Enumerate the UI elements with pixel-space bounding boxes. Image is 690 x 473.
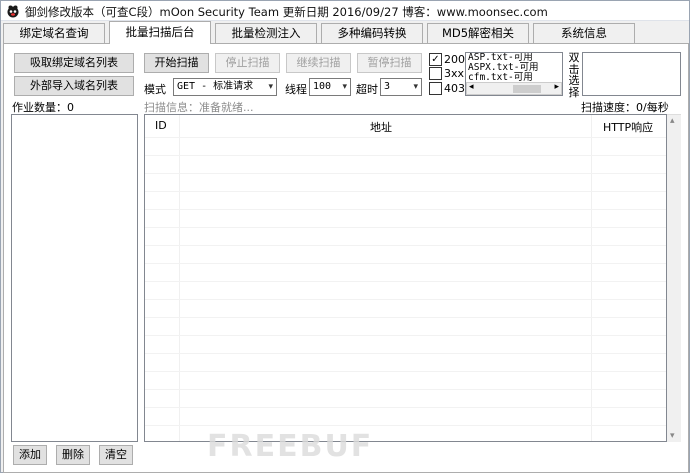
results-scrollbar[interactable]: ▴ ▾ xyxy=(667,114,681,442)
mode-label: 模式 xyxy=(144,83,166,96)
status-200-checkbox[interactable]: ✓ xyxy=(429,53,442,66)
row-divider xyxy=(145,191,666,192)
row-divider xyxy=(145,389,666,390)
tab-batch-scan-admin[interactable]: 批量扫描后台 xyxy=(109,21,211,44)
threads-select[interactable]: 100 ▾ xyxy=(309,78,351,96)
resume-scan-button[interactable]: 继续扫描 xyxy=(286,53,351,73)
row-divider xyxy=(145,317,666,318)
tab-md5-decrypt[interactable]: MD5解密相关 xyxy=(427,23,529,43)
row-divider xyxy=(145,335,666,336)
job-count-label: 作业数量：0 xyxy=(12,101,74,114)
domain-list[interactable] xyxy=(11,114,138,442)
row-divider xyxy=(145,425,666,426)
app-icon xyxy=(7,5,19,18)
row-divider xyxy=(145,263,666,264)
arrow-up-icon[interactable]: ▴ xyxy=(670,116,675,126)
threads-label: 线程 xyxy=(285,83,307,96)
tab-batch-injection-check[interactable]: 批量检测注入 xyxy=(215,23,317,43)
scan-info-label: 扫描信息：准备就绪... xyxy=(144,101,254,114)
row-divider xyxy=(145,407,666,408)
status-200-label: 200 xyxy=(444,53,465,66)
status-403-label: 403 xyxy=(444,82,465,95)
title-bar: 御剑修改版本（可查C段）mOon Security Team 更新日期 2016… xyxy=(1,1,689,21)
double-click-hint: 双击选择 xyxy=(568,51,580,99)
delete-button[interactable]: 删除 xyxy=(56,445,90,465)
row-divider xyxy=(145,137,666,138)
scroll-thumb[interactable] xyxy=(513,85,541,93)
dictionary-list-scrollbar[interactable]: ◂ ▸ xyxy=(466,82,562,95)
row-divider xyxy=(145,209,666,210)
arrow-down-icon[interactable]: ▾ xyxy=(670,431,675,441)
status-3xx-checkbox[interactable] xyxy=(429,67,442,80)
row-divider xyxy=(145,173,666,174)
add-button[interactable]: 添加 xyxy=(13,445,47,465)
tab-bar: 绑定域名查询 批量扫描后台 批量检测注入 多种编码转换 MD5解密相关 系统信息 xyxy=(3,21,689,44)
row-divider xyxy=(145,227,666,228)
mode-select[interactable]: GET - 标准请求 ▾ xyxy=(173,78,277,96)
chevron-down-icon: ▾ xyxy=(268,82,273,92)
tab-bind-domain-query[interactable]: 绑定域名查询 xyxy=(3,23,105,43)
mode-select-value: GET - 标准请求 xyxy=(177,81,254,92)
status-3xx-label: 3xx xyxy=(444,67,465,80)
column-header-address[interactable]: 地址 xyxy=(370,119,392,135)
column-header-id[interactable]: ID xyxy=(155,119,167,132)
custom-dictionary-box[interactable] xyxy=(582,52,681,96)
start-scan-button[interactable]: 开始扫描 xyxy=(144,53,209,73)
app-window: 御剑修改版本（可查C段）mOon Security Team 更新日期 2016… xyxy=(0,0,690,473)
tab-encoding-convert[interactable]: 多种编码转换 xyxy=(321,23,423,43)
tab-system-info[interactable]: 系统信息 xyxy=(533,23,635,43)
row-divider xyxy=(145,299,666,300)
column-divider xyxy=(591,115,592,441)
stop-scan-button[interactable]: 停止扫描 xyxy=(215,53,280,73)
row-divider xyxy=(145,155,666,156)
window-title: 御剑修改版本（可查C段）mOon Security Team 更新日期 2016… xyxy=(25,5,548,19)
arrow-right-icon[interactable]: ▸ xyxy=(554,82,559,92)
pause-scan-button[interactable]: 暂停扫描 xyxy=(357,53,422,73)
column-header-http-response[interactable]: HTTP响应 xyxy=(603,119,653,135)
arrow-left-icon[interactable]: ◂ xyxy=(469,82,474,92)
results-table[interactable]: ID 地址 HTTP响应 xyxy=(144,114,667,442)
fetch-domains-button[interactable]: 吸取绑定域名列表 xyxy=(14,53,134,73)
row-divider xyxy=(145,281,666,282)
timeout-select[interactable]: 3 ▾ xyxy=(380,78,422,96)
row-divider xyxy=(145,245,666,246)
column-divider xyxy=(179,115,180,441)
timeout-select-value: 3 xyxy=(384,81,391,92)
threads-select-value: 100 xyxy=(313,81,332,92)
row-divider xyxy=(145,371,666,372)
status-403-checkbox[interactable] xyxy=(429,82,442,95)
chevron-down-icon: ▾ xyxy=(413,82,418,92)
import-domains-button[interactable]: 外部导入域名列表 xyxy=(14,76,134,96)
clear-button[interactable]: 清空 xyxy=(99,445,133,465)
chevron-down-icon: ▾ xyxy=(342,82,347,92)
freebuf-watermark: FREEBUF xyxy=(207,429,374,464)
timeout-label: 超时 xyxy=(356,83,378,96)
scan-speed-label: 扫描速度：0/每秒 xyxy=(581,101,669,114)
row-divider xyxy=(145,353,666,354)
